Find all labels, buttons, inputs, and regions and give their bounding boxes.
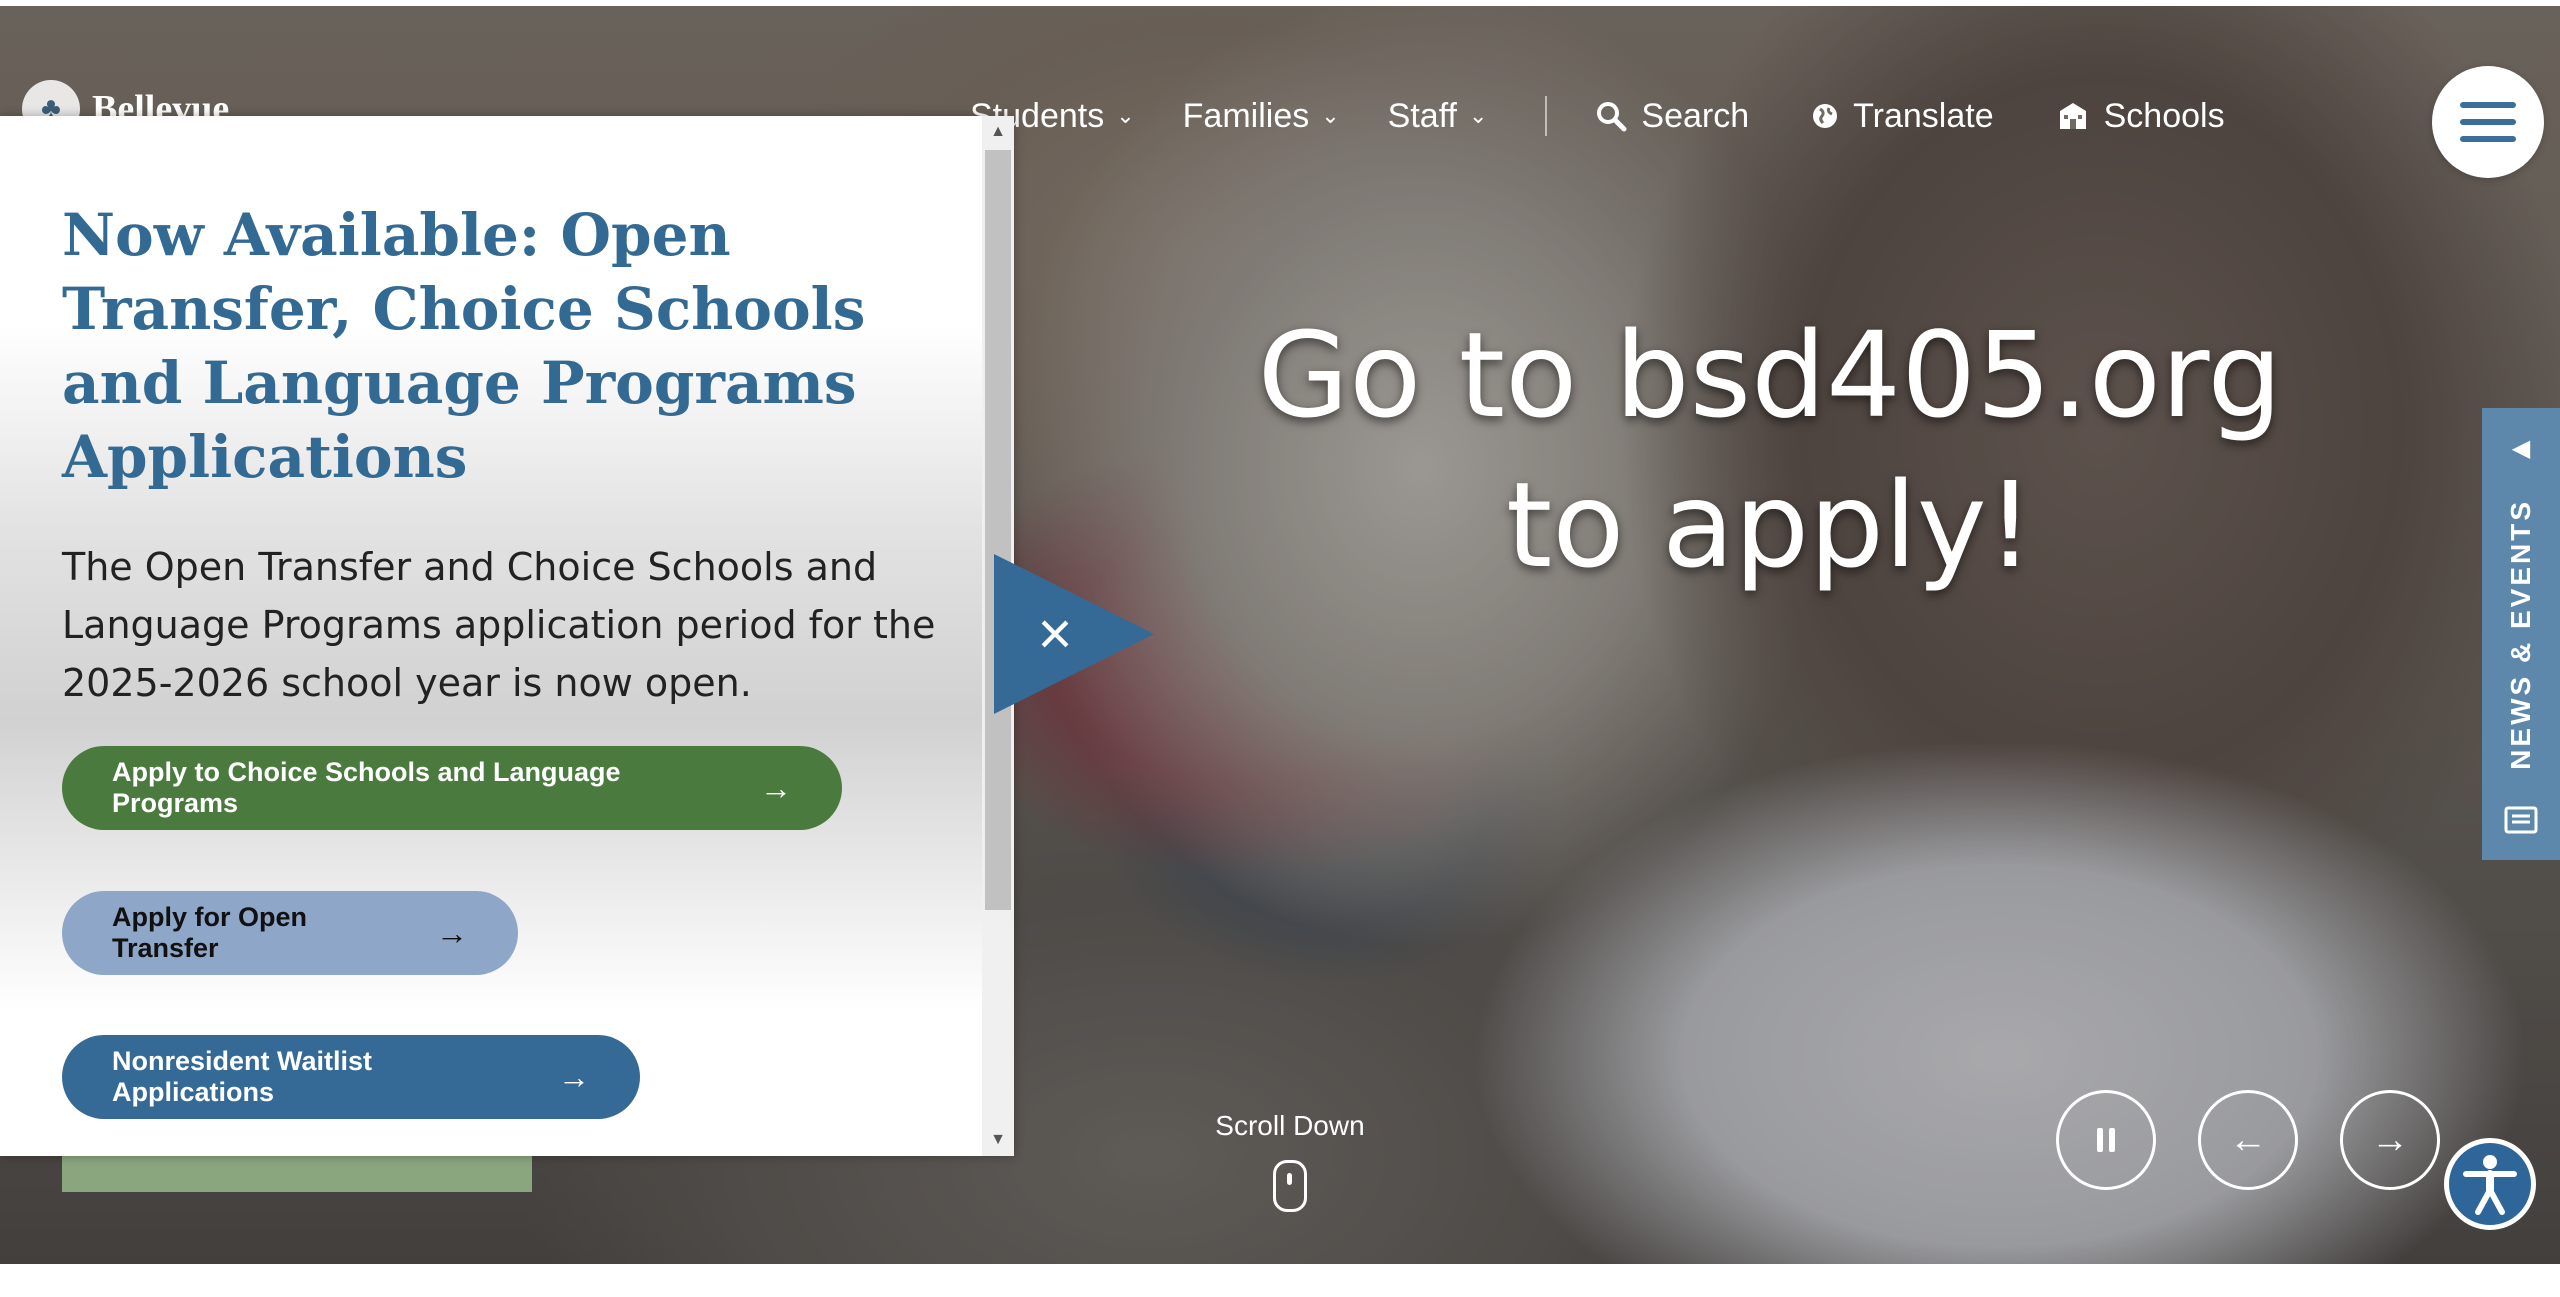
arrow-right-icon: → [436, 914, 468, 951]
apply-choice-schools-button[interactable]: Apply to Choice Schools and Language Pro… [62, 746, 842, 830]
chevron-down-icon: ⌄ [1116, 103, 1135, 128]
mouse-icon [1273, 1160, 1307, 1212]
arrow-right-icon: → [760, 769, 792, 806]
scrollbar-thumb[interactable] [985, 150, 1011, 910]
hamburger-menu-button[interactable] [2432, 66, 2544, 178]
newspaper-icon [2504, 806, 2538, 834]
nav-item-staff[interactable]: Staff ⌄ [1388, 97, 1488, 136]
nav-item-families[interactable]: Families ⌄ [1183, 97, 1340, 136]
chevron-down-icon: ⌄ [1468, 103, 1488, 128]
chevron-down-icon: ⌄ [1321, 103, 1340, 128]
main-nav: Students ⌄ Families ⌄ Staff ⌄ Search Tra… [970, 96, 2287, 136]
scroll-down-indicator[interactable]: Scroll Down [1190, 1110, 1390, 1212]
button-label: Apply for Open Transfer [112, 902, 307, 963]
modal-content: Now Available: Open Transfer, Choice Sch… [62, 198, 942, 712]
hero-line-1: Go to bsd405.org [1257, 306, 2283, 444]
schools-label: Schools [2103, 96, 2225, 135]
modal-title: Now Available: Open Transfer, Choice Sch… [62, 201, 866, 491]
triangle-left-icon: ◀ [2511, 435, 2531, 462]
accessibility-icon [2463, 1155, 2517, 1215]
next-slide-button[interactable]: → [2340, 1090, 2440, 1190]
pause-icon [2097, 1128, 2115, 1152]
arrow-right-icon: → [2371, 1118, 2409, 1161]
apply-open-transfer-button[interactable]: Apply for Open Transfer → [62, 891, 518, 975]
scroll-down-arrow-icon[interactable]: ▼ [982, 1124, 1014, 1156]
schools-button[interactable]: Schools [2056, 97, 2225, 136]
arrow-right-icon: → [558, 1058, 590, 1095]
partial-hero-button [62, 1150, 532, 1192]
previous-slide-button[interactable]: ← [2198, 1090, 2298, 1190]
translate-button[interactable]: Translate [1811, 96, 1994, 136]
arrow-left-icon: ← [2229, 1118, 2267, 1161]
hero-line-2: to apply! [1505, 456, 2034, 594]
pause-slideshow-button[interactable] [2056, 1090, 2156, 1190]
announcement-modal: Now Available: Open Transfer, Choice Sch… [0, 116, 1014, 1156]
nav-label: Staff [1387, 96, 1457, 135]
news-events-label: NEWS & EVENTS [2505, 499, 2536, 770]
globe-icon [1813, 104, 1838, 128]
nav-divider [1545, 96, 1548, 136]
news-events-tab[interactable]: ◀ NEWS & EVENTS [2482, 408, 2560, 860]
modal-body: The Open Transfer and Choice Schools and… [62, 545, 936, 705]
scroll-up-arrow-icon[interactable]: ▲ [982, 116, 1014, 148]
translate-label: Translate [1853, 96, 1994, 135]
accessibility-button[interactable] [2444, 1138, 2536, 1230]
nonresident-waitlist-button[interactable]: Nonresident Waitlist Applications → [62, 1035, 640, 1119]
school-building-icon [2059, 103, 2086, 129]
close-icon[interactable]: × [1030, 600, 1080, 668]
menu-bar [2460, 136, 2516, 142]
button-label: Apply to Choice Schools and Language Pro… [112, 757, 621, 818]
hero-headline: Go to bsd405.org to apply! [1140, 300, 2400, 600]
menu-bar [2460, 102, 2516, 108]
search-label: Search [1641, 96, 1750, 135]
search-icon [1597, 102, 1627, 132]
menu-bar [2460, 119, 2516, 125]
search-button[interactable]: Search [1595, 97, 1749, 136]
button-label: Nonresident Waitlist Applications [112, 1046, 373, 1107]
scroll-down-label: Scroll Down [1215, 1110, 1365, 1141]
nav-label: Families [1182, 96, 1310, 135]
